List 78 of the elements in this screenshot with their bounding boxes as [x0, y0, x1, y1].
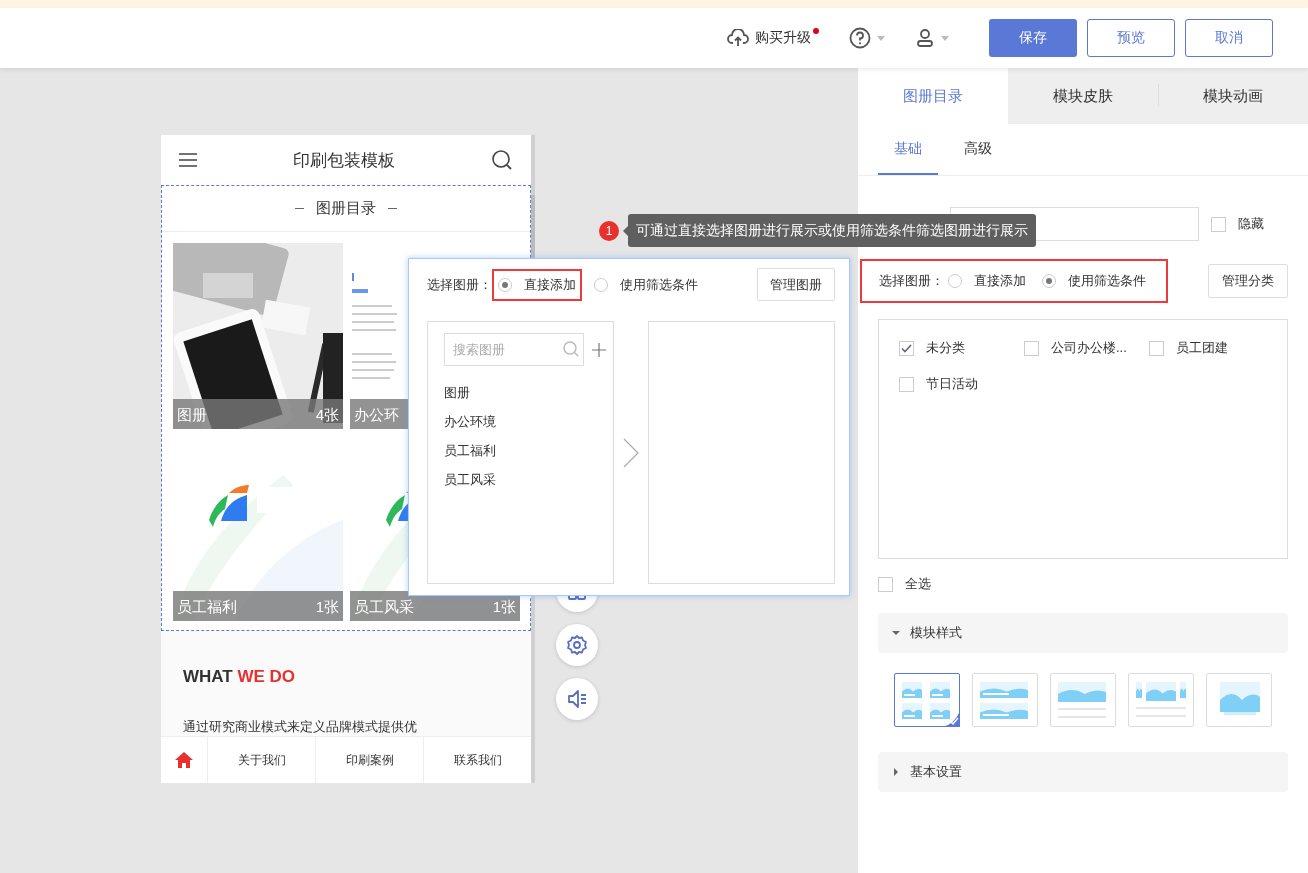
style-option[interactable]	[894, 673, 960, 727]
checkbox-option[interactable]: 隐藏	[1211, 215, 1264, 233]
caret-icon	[877, 35, 885, 41]
section-title: 模块样式	[910, 624, 962, 642]
nav-link[interactable]: 联系我们	[424, 737, 531, 783]
album-card[interactable]: 图册 4张	[173, 243, 343, 429]
radio-button[interactable]	[948, 274, 962, 288]
radio-option[interactable]: 直接添加	[944, 267, 1030, 295]
cloud-upload-icon	[727, 29, 749, 47]
tooltip-pointer	[623, 225, 628, 236]
manage-button[interactable]: 管理分类	[1208, 264, 1288, 298]
sub-tab[interactable]: 高级	[948, 124, 1008, 175]
intro-text: 通过研究商业模式来定义品牌模式提供优	[183, 719, 418, 736]
checkbox-option[interactable]: 未分类	[899, 339, 1024, 357]
caret-icon	[941, 35, 949, 41]
section-header[interactable]: 基本设置	[878, 752, 1288, 792]
nav-link[interactable]: 印刷案例	[316, 737, 424, 783]
checkbox[interactable]	[1211, 216, 1226, 232]
search-icon[interactable]	[491, 149, 513, 171]
site-title: 印刷包装模板	[293, 149, 395, 172]
gear-icon	[566, 634, 588, 656]
speaker-icon	[566, 688, 588, 710]
save-button[interactable]: 保存	[989, 19, 1077, 57]
checkbox-option[interactable]: 公司办公楼...	[1024, 339, 1149, 357]
search-field[interactable]: 搜索图册	[444, 333, 584, 366]
field-label: 选择图册：	[427, 275, 492, 294]
home-icon[interactable]	[175, 752, 193, 768]
album-name: 员工福利	[177, 598, 237, 617]
triangle-right-icon[interactable]	[892, 768, 900, 776]
checkbox[interactable]	[1149, 340, 1164, 356]
radio-option[interactable]: 使用筛选条件	[1038, 267, 1150, 295]
radio-option[interactable]: 直接添加	[494, 270, 580, 299]
sub-tab[interactable]: 基础	[878, 124, 938, 175]
checkbox-option[interactable]: 全选	[878, 575, 1288, 593]
photo-count: 1张	[492, 598, 516, 617]
settings-button[interactable]	[556, 624, 598, 666]
album-name: 员工风采	[354, 598, 414, 617]
layout-preview-icon	[1058, 681, 1108, 719]
tooltip: 可通过直接选择图册进行展示或使用筛选条件筛选图册进行展示	[628, 214, 1036, 247]
checkbox-option[interactable]: 节日活动	[899, 375, 1024, 393]
checkbox[interactable]	[899, 340, 914, 356]
add-icon[interactable]	[592, 342, 606, 357]
chevron-right-icon[interactable]	[623, 437, 640, 468]
section-header[interactable]: 模块样式	[878, 613, 1288, 653]
header-button[interactable]: 预览	[1087, 19, 1175, 57]
upgrade-link[interactable]: 购买升级	[727, 29, 811, 47]
panel-tab[interactable]: 模块皮肤	[1008, 68, 1158, 124]
layout-preview-icon	[980, 681, 1030, 719]
radio-button[interactable]	[498, 277, 512, 292]
album-name: 办公环	[354, 406, 399, 425]
photo-count: 4张	[315, 406, 339, 425]
menu-icon[interactable]	[179, 153, 197, 167]
album-name: 图册	[177, 406, 207, 425]
layout-preview-icon	[902, 681, 952, 719]
panel-tab[interactable]: 图册目录	[858, 68, 1008, 124]
checkbox[interactable]	[1024, 340, 1039, 356]
module-title: 图册目录	[316, 199, 376, 218]
panel-tab[interactable]: 模块动画	[1158, 68, 1308, 124]
section-heading: WHAT WE DO	[183, 667, 297, 687]
checkbox[interactable]	[899, 376, 914, 392]
triangle-down-icon[interactable]	[892, 629, 900, 637]
header-button[interactable]: 取消	[1185, 19, 1273, 57]
radio-button[interactable]	[594, 277, 608, 292]
photo-count: 1张	[315, 598, 339, 617]
check-icon	[942, 711, 960, 727]
radio-button[interactable]	[1042, 274, 1056, 288]
layout-preview-icon	[1136, 681, 1186, 719]
nav-link[interactable]: 关于我们	[208, 737, 316, 783]
account-menu[interactable]	[915, 28, 949, 48]
checkbox[interactable]	[878, 576, 893, 592]
checkbox-option[interactable]: 员工团建	[1149, 339, 1274, 357]
manage-button[interactable]: 管理图册	[757, 268, 835, 301]
section-title: 基本设置	[910, 763, 962, 781]
step-badge: 1	[599, 220, 619, 241]
radio-option[interactable]: 使用筛选条件	[590, 270, 702, 299]
field-label: 选择图册：	[879, 272, 944, 290]
help-menu[interactable]	[849, 27, 885, 49]
speaker-button[interactable]	[556, 678, 598, 720]
